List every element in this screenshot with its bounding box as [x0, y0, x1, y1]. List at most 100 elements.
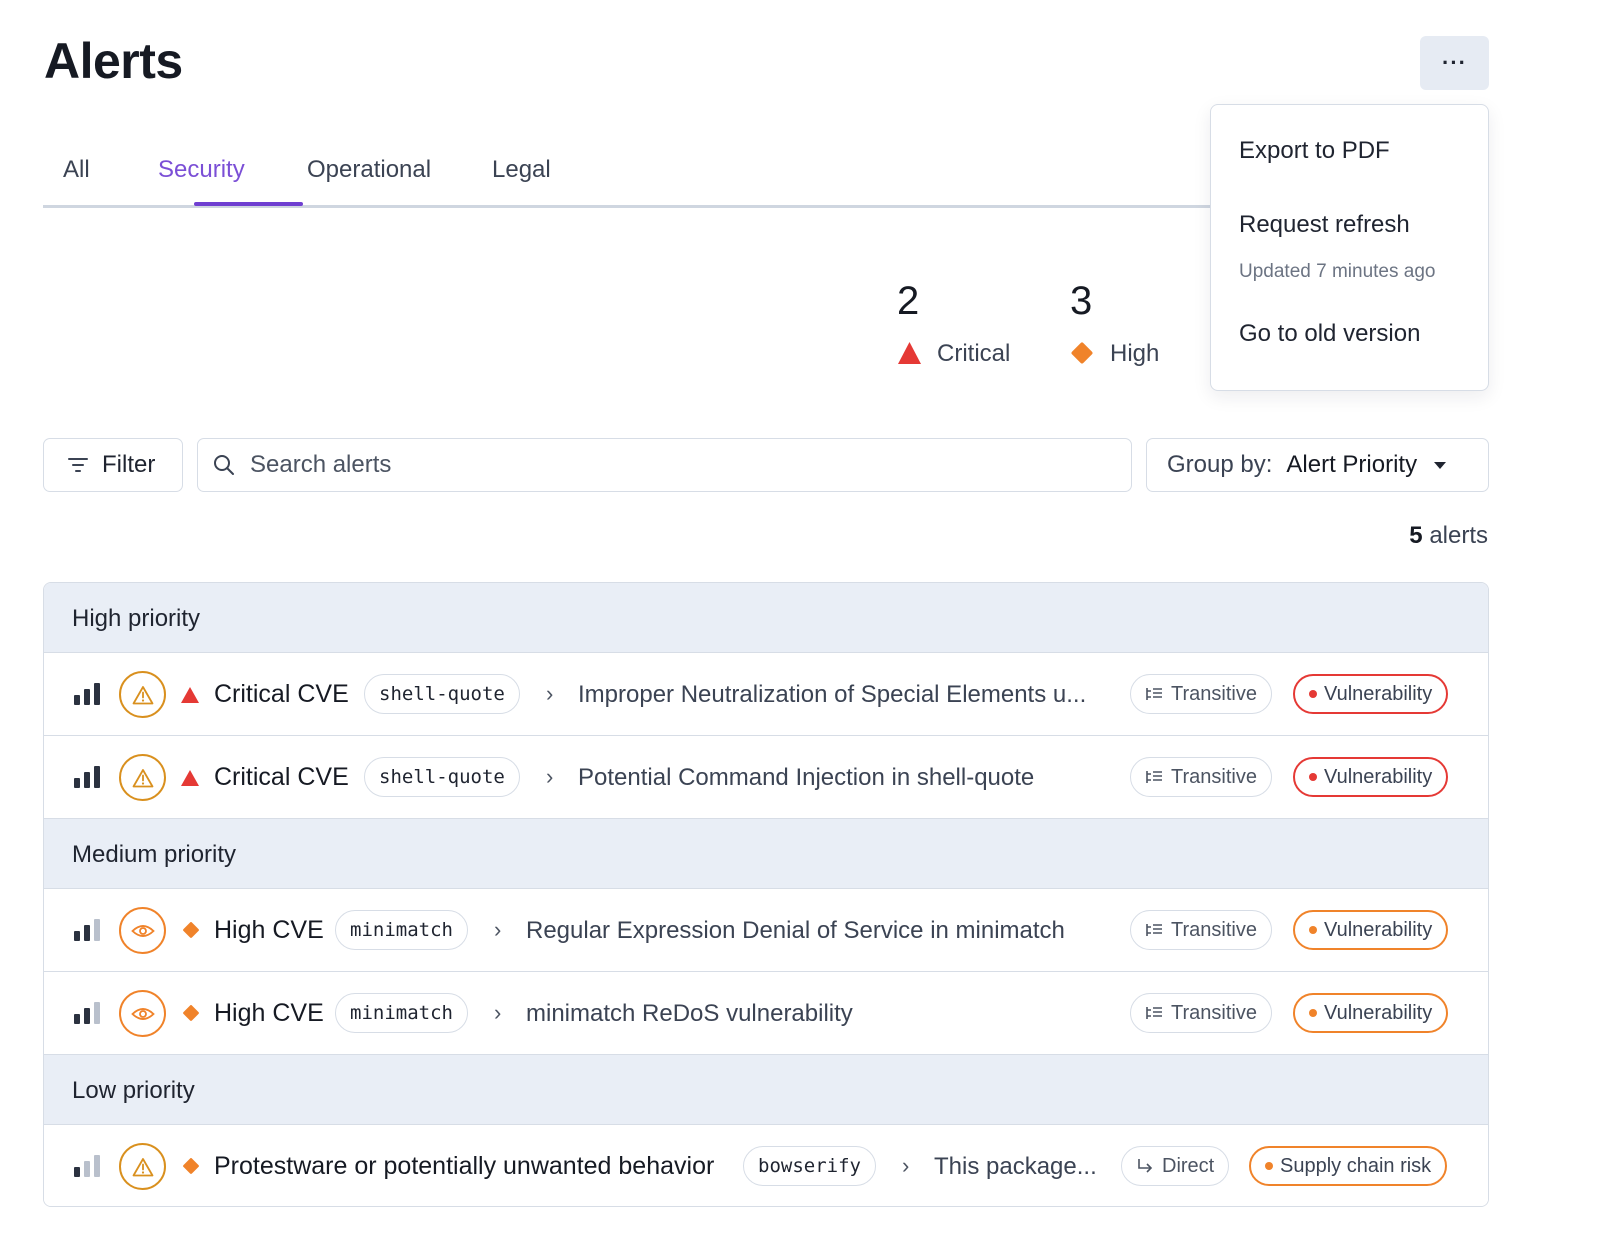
alert-description: Improper Neutralization of Special Eleme… [578, 681, 1087, 708]
dependency-label: Transitive [1171, 682, 1257, 705]
dependency-chip: Direct [1121, 1146, 1230, 1186]
dependency-chip: Transitive [1130, 910, 1272, 950]
tab-all[interactable]: All [63, 156, 90, 208]
transitive-icon [1146, 688, 1162, 700]
critical-label: Critical [937, 340, 1011, 367]
caret-down-icon [1434, 462, 1447, 469]
alert-row[interactable]: Critical CVE shell-quote › Potential Com… [44, 736, 1488, 819]
priority-bars-icon [74, 919, 104, 941]
group-by-label: Group by: [1167, 451, 1273, 478]
filter-label: Filter [102, 451, 156, 478]
warning-icon [119, 671, 166, 718]
alert-type-chip: Vulnerability [1293, 757, 1449, 797]
dependency-chip: Transitive [1130, 757, 1272, 797]
group-header-label: High priority [72, 605, 201, 632]
alert-row[interactable]: High CVE minimatch › minimatch ReDoS vul… [44, 972, 1488, 1055]
dependency-label: Direct [1162, 1154, 1215, 1177]
alert-title: Critical CVE [214, 763, 349, 791]
alert-description: Potential Command Injection in shell-quo… [578, 764, 1035, 791]
eye-icon [119, 990, 166, 1037]
transitive-icon [1146, 771, 1162, 783]
package-chip[interactable]: shell-quote [364, 674, 520, 714]
alert-type-chip: Vulnerability [1293, 993, 1449, 1033]
dependency-label: Transitive [1171, 918, 1257, 941]
tab-bar: All Security Operational Legal [43, 140, 1213, 208]
menu-old-version[interactable]: Go to old version [1239, 320, 1420, 348]
alert-type-label: Vulnerability [1324, 918, 1433, 941]
dependency-label: Transitive [1171, 1001, 1257, 1024]
dot-icon [1309, 690, 1317, 698]
dot-icon [1309, 773, 1317, 781]
high-count: 3 [1070, 279, 1093, 323]
alert-title: High CVE [214, 999, 324, 1027]
tab-security[interactable]: Security [158, 156, 245, 208]
alert-description: Regular Expression Denial of Service in … [526, 917, 1065, 944]
alerts-count-suffix: alerts [1429, 522, 1488, 549]
alert-title: Critical CVE [214, 680, 349, 708]
diamond-icon [1071, 342, 1093, 364]
more-options-button[interactable]: ··· [1420, 36, 1489, 90]
warning-icon [119, 1143, 166, 1190]
last-updated-text: Updated 7 minutes ago [1239, 261, 1436, 282]
alert-description: minimatch ReDoS vulnerability [526, 1000, 853, 1027]
page-title: Alerts [44, 33, 183, 89]
package-chip[interactable]: bowserify [743, 1146, 876, 1186]
dependency-label: Transitive [1171, 765, 1257, 788]
group-header-high: High priority [44, 583, 1488, 653]
chevron-right-icon: › [902, 1153, 910, 1178]
alerts-count-number: 5 [1409, 522, 1423, 549]
alert-type-label: Vulnerability [1324, 765, 1433, 788]
alert-title: Protestware or potentially unwanted beha… [214, 1152, 715, 1180]
critical-triangle-icon [181, 770, 199, 786]
warning-icon [119, 754, 166, 801]
alert-row[interactable]: High CVE minimatch › Regular Expression … [44, 889, 1488, 972]
alert-type-label: Vulnerability [1324, 1001, 1433, 1024]
critical-count: 2 [897, 279, 920, 323]
package-chip[interactable]: shell-quote [364, 757, 520, 797]
group-header-label: Medium priority [72, 841, 237, 868]
priority-bars-icon [74, 1155, 104, 1177]
chevron-right-icon: › [494, 1000, 502, 1025]
menu-request-refresh[interactable]: Request refresh [1239, 211, 1410, 239]
search-box[interactable] [197, 438, 1132, 492]
priority-bars-icon [74, 1002, 104, 1024]
high-diamond-icon [183, 922, 199, 938]
group-by-select[interactable]: Group by: Alert Priority [1146, 438, 1489, 492]
alert-title: High CVE [214, 916, 324, 944]
alert-type-label: Supply chain risk [1280, 1154, 1432, 1177]
alert-type-chip: Supply chain risk [1249, 1146, 1448, 1186]
filter-button[interactable]: Filter [43, 438, 183, 492]
alert-type-chip: Vulnerability [1293, 910, 1449, 950]
triangle-icon [898, 342, 921, 364]
alert-type-chip: Vulnerability [1293, 674, 1449, 714]
dot-icon [1309, 1009, 1317, 1017]
alerts-list: High priority Critical CVE shell-quote ›… [43, 582, 1489, 1207]
alert-row[interactable]: Critical CVE shell-quote › Improper Neut… [44, 653, 1488, 736]
high-label: High [1110, 340, 1160, 367]
group-header-medium: Medium priority [44, 819, 1488, 889]
dot-icon [1309, 926, 1317, 934]
more-options-menu: Export to PDF Request refresh Updated 7 … [1210, 104, 1489, 391]
package-chip[interactable]: minimatch [335, 993, 468, 1033]
direct-arrow-icon [1138, 1159, 1153, 1173]
dependency-chip: Transitive [1130, 993, 1272, 1033]
critical-triangle-icon [181, 687, 199, 703]
active-tab-indicator [194, 202, 303, 206]
chevron-right-icon: › [546, 764, 554, 789]
menu-export-pdf[interactable]: Export to PDF [1239, 137, 1390, 165]
alert-row[interactable]: Protestware or potentially unwanted beha… [44, 1125, 1488, 1206]
tab-operational[interactable]: Operational [307, 156, 431, 208]
search-input[interactable] [250, 451, 1100, 479]
tab-legal[interactable]: Legal [492, 156, 551, 208]
eye-icon [119, 907, 166, 954]
alerts-count: 5 alerts [1409, 522, 1488, 550]
chevron-right-icon: › [546, 681, 554, 706]
package-chip[interactable]: minimatch [335, 910, 468, 950]
priority-bars-icon [74, 683, 104, 705]
alert-type-label: Vulnerability [1324, 682, 1433, 705]
group-header-label: Low priority [72, 1077, 195, 1104]
dot-icon [1265, 1162, 1273, 1170]
group-header-low: Low priority [44, 1055, 1488, 1125]
alert-description: This package... [934, 1153, 1097, 1180]
transitive-icon [1146, 924, 1162, 936]
